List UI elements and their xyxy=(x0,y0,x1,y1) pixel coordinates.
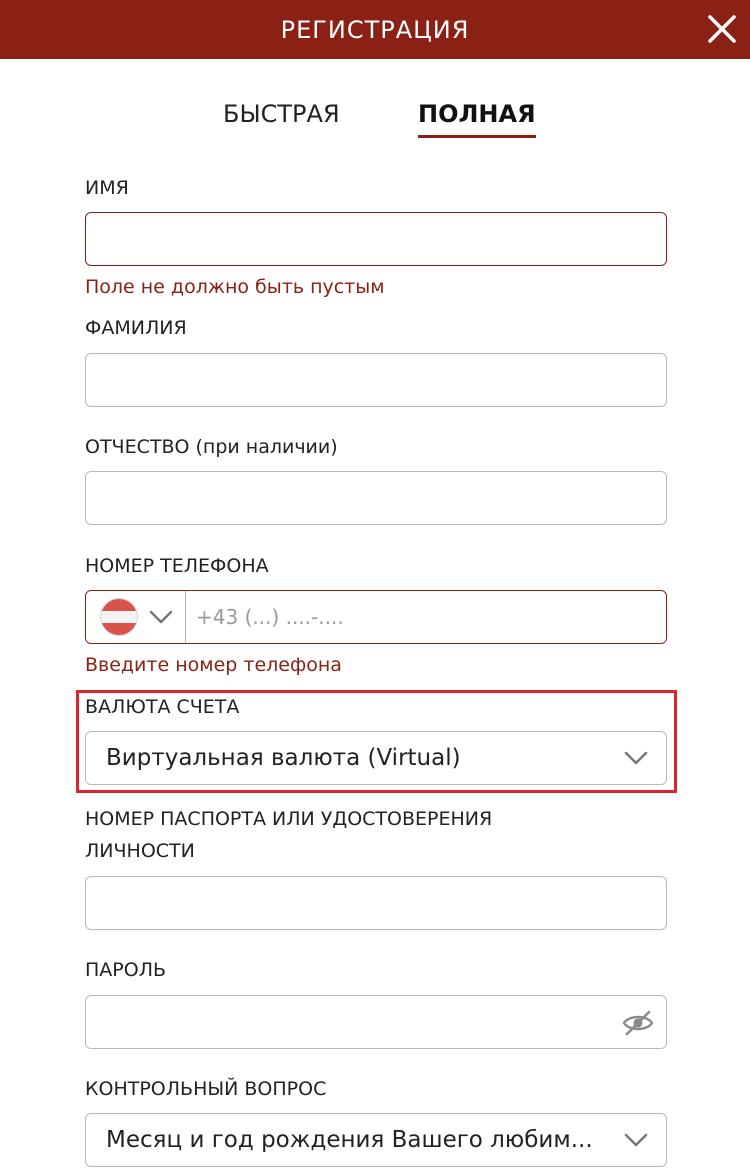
currency-label: ВАЛЮТА СЧЕТА xyxy=(85,696,240,718)
phone-field-wrapper xyxy=(85,590,667,644)
passport-field-wrapper xyxy=(85,876,667,930)
security-question-select[interactable]: Месяц и год рождения Вашего любим... xyxy=(85,1113,667,1167)
middle-name-label: ОТЧЕСТВО (при наличии) xyxy=(85,436,338,458)
currency-select[interactable]: Виртуальная валюта (Virtual) xyxy=(85,731,667,785)
first-name-label: ИМЯ xyxy=(85,177,129,199)
password-field-wrapper xyxy=(85,995,667,1049)
last-name-label: ФАМИЛИЯ xyxy=(85,317,187,339)
chevron-down-icon xyxy=(149,610,173,624)
tab-full[interactable]: ПОЛНАЯ xyxy=(418,96,536,138)
middle-name-field-wrapper xyxy=(85,471,667,525)
phone-input[interactable] xyxy=(186,591,666,643)
passport-input[interactable] xyxy=(86,877,666,929)
last-name-field-wrapper xyxy=(85,353,667,407)
header-title: РЕГИСТРАЦИЯ xyxy=(280,15,470,44)
phone-label: НОМЕР ТЕЛЕФОНА xyxy=(85,555,269,577)
first-name-input[interactable] xyxy=(86,213,666,265)
chevron-down-icon xyxy=(624,1133,648,1147)
close-icon xyxy=(708,15,736,43)
security-question-label: КОНТРОЛЬНЫЙ ВОПРОС xyxy=(85,1078,327,1100)
eye-slash-icon[interactable] xyxy=(622,1009,654,1037)
security-question-selected-value: Месяц и год рождения Вашего любим... xyxy=(106,1127,593,1153)
passport-label: НОМЕР ПАСПОРТА ИЛИ УДОСТОВЕРЕНИЯ ЛИЧНОСТ… xyxy=(85,808,493,862)
password-input[interactable] xyxy=(86,996,666,1048)
close-button[interactable] xyxy=(702,9,742,49)
first-name-field-wrapper xyxy=(85,212,667,266)
last-name-input[interactable] xyxy=(86,354,666,406)
first-name-error: Поле не должно быть пустым xyxy=(85,276,385,298)
currency-selected-value: Виртуальная валюта (Virtual) xyxy=(106,745,461,771)
austria-flag-icon xyxy=(101,599,137,635)
chevron-down-icon xyxy=(624,751,648,765)
middle-name-input[interactable] xyxy=(86,472,666,524)
country-code-select[interactable] xyxy=(86,591,186,643)
registration-header: РЕГИСТРАЦИЯ xyxy=(0,0,750,59)
tab-quick[interactable]: БЫСТРАЯ xyxy=(223,96,340,132)
registration-tabs: БЫСТРАЯ ПОЛНАЯ xyxy=(0,96,750,138)
phone-error: Введите номер телефона xyxy=(85,654,342,676)
password-label: ПАРОЛЬ xyxy=(85,959,167,981)
